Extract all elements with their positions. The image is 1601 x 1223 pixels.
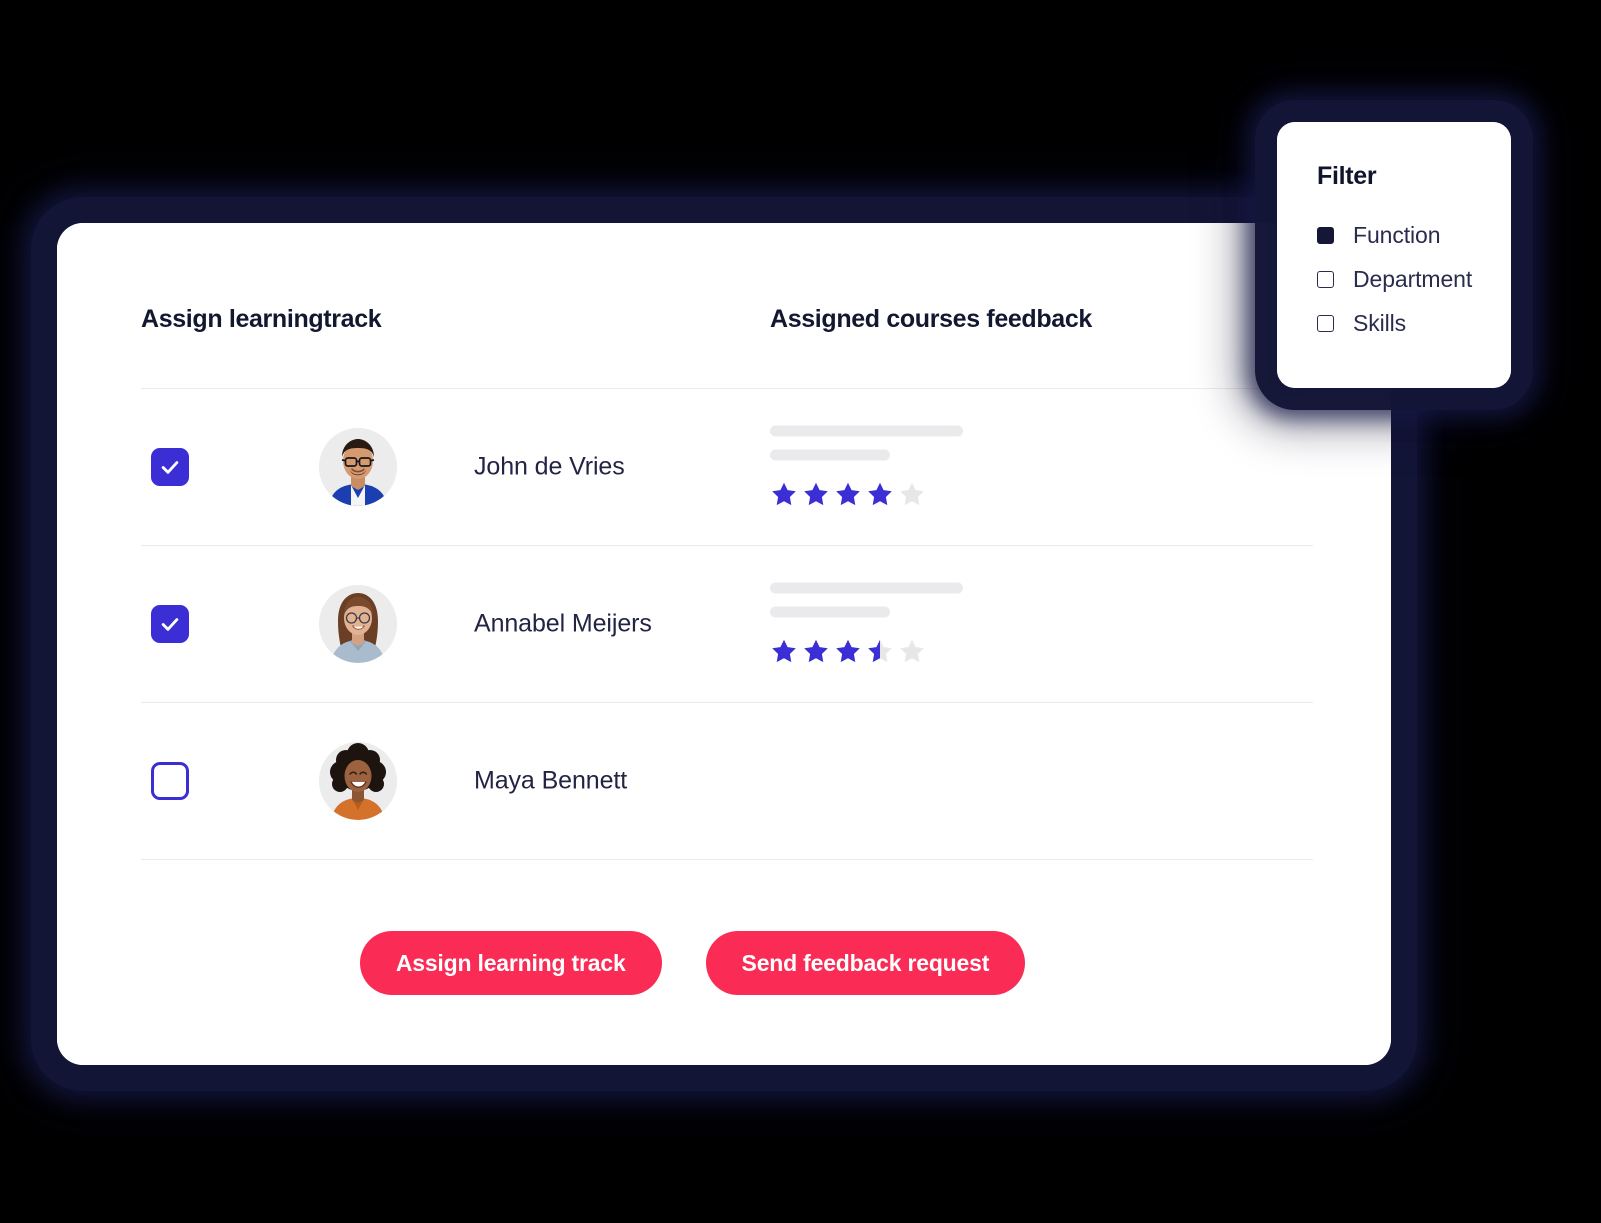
list-divider-bottom [141, 859, 1313, 860]
skeleton-bar-long [770, 582, 963, 594]
table-row: Annabel Meijers [141, 546, 1313, 702]
skeleton-bar-short [770, 606, 890, 618]
screen-background: Assign learningtrack Assigned courses fe… [0, 0, 1601, 1223]
rating-stars[interactable] [770, 481, 1030, 509]
person-name: Annabel Meijers [474, 609, 652, 638]
filter-title: Filter [1317, 162, 1377, 190]
star-full-icon [804, 482, 828, 506]
star-full-icon [772, 639, 796, 663]
filter-option-label: Department [1353, 265, 1473, 292]
column-headers: Assign learningtrack Assigned courses fe… [141, 305, 1391, 345]
star-full-icon [836, 639, 860, 663]
filter-option-department[interactable]: Department [1317, 257, 1511, 301]
rating-stars[interactable] [770, 638, 1030, 666]
card-content: Assign learningtrack Assigned courses fe… [57, 223, 1391, 1065]
row-checkbox-john[interactable] [151, 448, 189, 486]
column-header-feedback: Assigned courses feedback [770, 305, 1092, 333]
star-full-icon [836, 482, 860, 506]
avatar [319, 428, 397, 506]
star-full-icon [804, 639, 828, 663]
star-empty-icon [900, 639, 924, 663]
row-checkbox-maya[interactable] [151, 762, 189, 800]
action-bar: Assign learning track Send feedback requ… [57, 931, 1391, 995]
avatar [319, 742, 397, 820]
filter-option-label: Function [1353, 221, 1441, 248]
filter-checkbox-department[interactable] [1317, 270, 1334, 288]
row-checkbox-annabel[interactable] [151, 605, 189, 643]
filter-popover: Filter Function Department Skills [1277, 122, 1511, 388]
person-name: Maya Bennett [474, 766, 628, 795]
avatar-woman-long-hair-icon [319, 585, 397, 663]
feedback-cell [770, 582, 1030, 666]
avatar-man-glasses-icon [319, 428, 397, 506]
filter-checkbox-function[interactable] [1317, 226, 1334, 244]
checkmark-icon [161, 618, 179, 631]
table-row: Maya Bennett [141, 703, 1313, 859]
star-half-icon [868, 639, 892, 663]
filter-option-skills[interactable]: Skills [1317, 301, 1511, 345]
filter-checkbox-skills[interactable] [1317, 314, 1334, 332]
skeleton-bar-short [770, 449, 890, 461]
star-full-icon [868, 482, 892, 506]
person-name: John de Vries [474, 452, 625, 481]
table-row: John de Vries [141, 389, 1313, 545]
checkmark-icon [161, 461, 179, 474]
avatar-woman-curly-hair-icon [319, 742, 397, 820]
star-full-icon [772, 482, 796, 506]
filter-option-label: Skills [1353, 309, 1407, 336]
column-header-assign: Assign learningtrack [141, 305, 382, 333]
avatar [319, 585, 397, 663]
assign-learningtrack-card: Assign learningtrack Assigned courses fe… [57, 223, 1391, 1065]
star-empty-icon [900, 482, 924, 506]
assign-learning-track-button[interactable]: Assign learning track [359, 931, 662, 995]
people-list: John de Vries Annabel Meijers Maya Benne… [141, 388, 1313, 860]
feedback-cell [770, 425, 1030, 509]
skeleton-bar-long [770, 425, 963, 437]
filter-option-function[interactable]: Function [1317, 213, 1511, 257]
send-feedback-request-button[interactable]: Send feedback request [705, 931, 1026, 995]
filter-content: Filter Function Department Skills [1277, 122, 1511, 388]
